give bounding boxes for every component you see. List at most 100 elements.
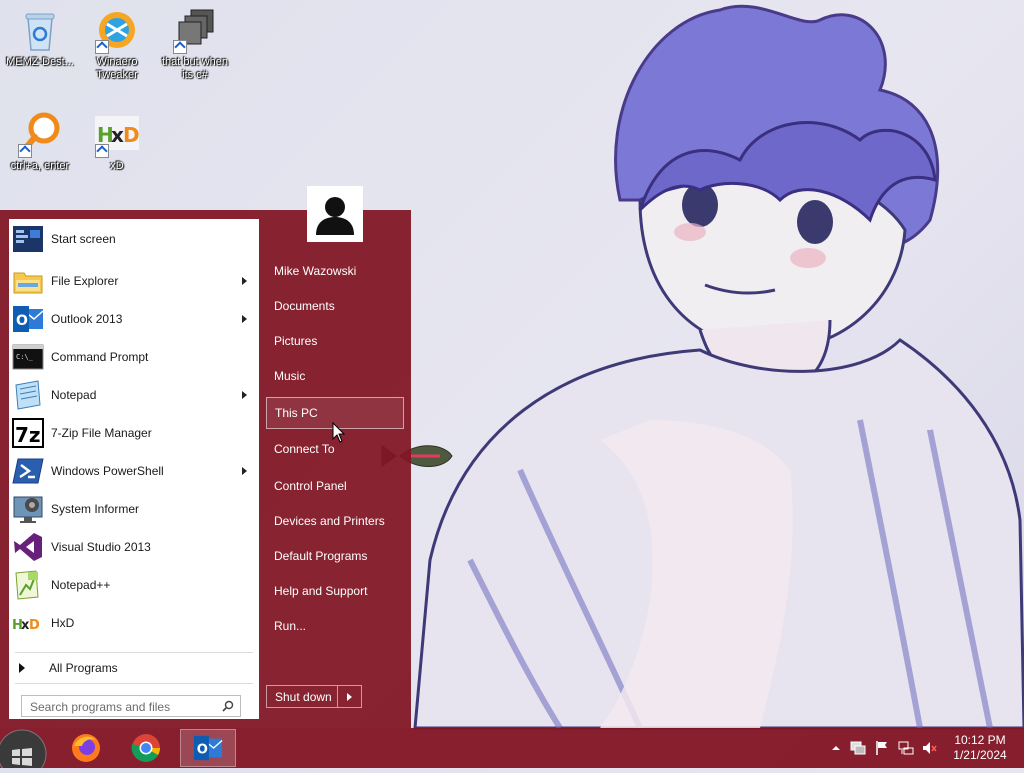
desktop-icon-label: ctrl+a, enter (10, 160, 70, 172)
submenu-arrow-icon[interactable] (242, 315, 247, 323)
divider (15, 683, 253, 684)
desktop-icon-ctrl-a-enter[interactable]: ctrl+a, enter (2, 110, 78, 173)
search-icon[interactable] (222, 700, 234, 712)
shutdown-button[interactable]: Shut down (266, 685, 338, 708)
search-tool-icon (16, 110, 64, 158)
action-center-icon[interactable] (850, 740, 866, 756)
program-hxd[interactable]: HxD HxD (9, 605, 259, 641)
link-label: Pictures (274, 334, 318, 348)
link-label: Default Programs (274, 549, 368, 563)
terminal-icon: C:\_ (12, 341, 44, 373)
flag-icon[interactable] (874, 740, 890, 756)
search-input[interactable] (28, 697, 218, 717)
devices-and-printers-link[interactable]: Devices and Printers (266, 505, 404, 537)
desktop-icon-that-but-when[interactable]: that but when its c# (157, 6, 233, 82)
volume-muted-icon[interactable] (922, 740, 938, 756)
program-windows-powershell[interactable]: Windows PowerShell (9, 453, 259, 489)
program-command-prompt[interactable]: C:\_ Command Prompt (9, 339, 259, 375)
network-icon[interactable] (898, 740, 914, 756)
program-visual-studio-2013[interactable]: Visual Studio 2013 (9, 529, 259, 565)
shortcut-arrow-icon (18, 144, 32, 158)
visual-studio-icon (12, 531, 44, 563)
shortcut-arrow-icon (173, 40, 187, 54)
firefox-icon (72, 734, 100, 762)
program-notepad[interactable]: Notepad (9, 377, 259, 413)
outlook-icon: O (193, 735, 223, 761)
link-label: Control Panel (274, 479, 347, 493)
mouse-cursor-icon (332, 422, 346, 443)
program-label: Command Prompt (51, 350, 149, 364)
outlook-icon: O (12, 303, 44, 335)
desktop-icon-xd[interactable]: H x D xD (79, 110, 155, 173)
program-label: Notepad++ (51, 578, 111, 592)
programs-pane: Start screen File Explorer O Outlook 201… (9, 219, 259, 719)
music-link[interactable]: Music (266, 360, 404, 392)
program-7zip[interactable]: 7z 7-Zip File Manager (9, 415, 259, 451)
desktop-icon-label: Winaero Tweaker (96, 56, 138, 81)
shutdown-options-button[interactable] (338, 685, 362, 708)
program-label: File Explorer (51, 274, 119, 288)
notepadpp-icon (12, 569, 44, 601)
submenu-arrow-icon[interactable] (242, 277, 247, 285)
program-label: Visual Studio 2013 (51, 540, 151, 554)
shutdown-group: Shut down (266, 685, 362, 708)
all-programs-label: All Programs (49, 661, 118, 675)
pictures-link[interactable]: Pictures (266, 325, 404, 357)
help-and-support-link[interactable]: Help and Support (266, 575, 404, 607)
program-start-screen[interactable]: Start screen (9, 221, 259, 257)
shortcut-arrow-icon (95, 40, 109, 54)
search-box[interactable] (21, 695, 241, 717)
program-label: Windows PowerShell (51, 464, 164, 478)
submenu-arrow-icon[interactable] (242, 391, 247, 399)
program-label: Notepad (51, 388, 97, 402)
program-outlook-2013[interactable]: O Outlook 2013 (9, 301, 259, 337)
program-label: System Informer (51, 502, 140, 516)
shortcut-arrow-icon (95, 144, 109, 158)
hxd-icon: HxD (12, 607, 44, 639)
desktop-icon-memz[interactable]: MEMZ-Dest... (2, 6, 78, 69)
program-label: Outlook 2013 (51, 312, 123, 326)
hxd-icon: H x D (93, 110, 141, 158)
user-avatar[interactable] (307, 186, 363, 242)
all-programs-button[interactable]: All Programs (9, 656, 259, 680)
link-label: Music (274, 369, 306, 383)
program-label: 7-Zip File Manager (51, 426, 152, 440)
shutdown-label: Shut down (275, 689, 332, 704)
start-button[interactable] (0, 728, 52, 773)
default-programs-link[interactable]: Default Programs (266, 540, 404, 572)
clock[interactable]: 10:12 PM 1/21/2024 (946, 733, 1014, 763)
taskbar-firefox[interactable] (58, 729, 114, 767)
date-label: 1/21/2024 (953, 748, 1007, 762)
link-label: Run... (274, 619, 307, 633)
winaero-tweaker-icon (93, 6, 141, 54)
stacked-windows-icon (171, 6, 219, 54)
desktop-icon-winaero[interactable]: Winaero Tweaker (79, 6, 155, 82)
taskbar-outlook[interactable]: O (180, 729, 236, 767)
svg-text:O: O (197, 743, 208, 758)
notepad-icon (12, 379, 44, 411)
recycle-bin-icon (16, 6, 64, 54)
time-label: 10:12 PM (954, 733, 1006, 747)
documents-link[interactable]: Documents (266, 290, 404, 322)
program-file-explorer[interactable]: File Explorer (9, 263, 259, 299)
link-label: Connect To (274, 442, 335, 456)
chrome-icon (131, 734, 160, 762)
program-system-informer[interactable]: System Informer (9, 491, 259, 527)
program-notepad-plus-plus[interactable]: Notepad++ (9, 567, 259, 603)
control-panel-link[interactable]: Control Panel (266, 470, 404, 502)
show-hidden-icons-icon[interactable] (828, 740, 844, 756)
program-label: HxD (51, 616, 75, 630)
start-screen-icon (12, 223, 44, 255)
svg-text:D: D (123, 123, 140, 147)
program-label: Start screen (51, 232, 116, 246)
divider (15, 652, 253, 653)
link-label: Documents (274, 299, 335, 313)
taskbar-chrome[interactable] (118, 729, 174, 767)
link-label: Help and Support (274, 584, 368, 598)
submenu-arrow-icon[interactable] (242, 467, 247, 475)
user-name-link[interactable]: Mike Wazowski (266, 255, 404, 287)
windows-logo-icon (0, 729, 47, 773)
folder-icon (12, 265, 44, 297)
svg-text:D: D (29, 618, 40, 633)
run-link[interactable]: Run... (266, 610, 404, 642)
